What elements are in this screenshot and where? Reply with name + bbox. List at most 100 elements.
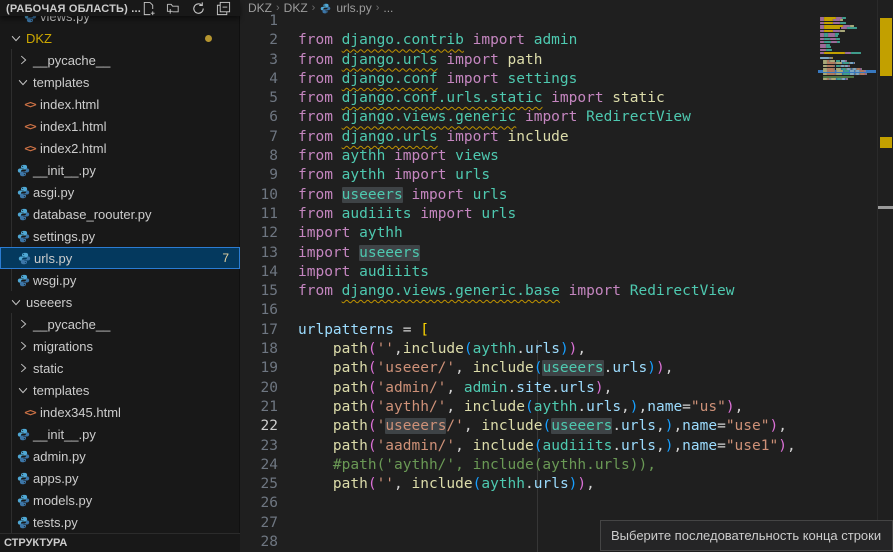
python-file-icon (16, 252, 32, 265)
code-line-19[interactable]: 19 path('useeer/', include(useeers.urls)… (241, 359, 893, 378)
tree-folder-templates[interactable]: templates (0, 379, 240, 401)
minimap-line (820, 46, 826, 48)
code-line-14[interactable]: 14import audiiits (241, 263, 893, 282)
code-line-11[interactable]: 11from audiiits import urls (241, 205, 893, 224)
code-line-4[interactable]: 4from django.conf import settings (241, 70, 893, 89)
code-line-3[interactable]: 3from django.urls import path (241, 51, 893, 70)
breadcrumb-item[interactable]: urls.py (336, 1, 371, 15)
breadcrumb-item[interactable]: DKZ (284, 1, 308, 15)
code-line-5[interactable]: 5from django.conf.urls.static import sta… (241, 89, 893, 108)
minimap-line (836, 38, 839, 40)
python-file-icon (15, 450, 31, 463)
code-line-7[interactable]: 7from django.urls import include (241, 128, 893, 147)
code-line-22[interactable]: 22 path('useeers/', include(useeers.urls… (241, 417, 893, 436)
tree-folder--pycache-[interactable]: __pycache__ (0, 313, 240, 335)
chevron-right-icon (15, 361, 31, 375)
tree-file-settings-py[interactable]: settings.py (0, 225, 240, 247)
tree-file--init-py[interactable]: __init__.py (0, 423, 240, 445)
line-content: path('aythh/', include(aythh.urls,),name… (278, 398, 743, 417)
minimap-line (824, 22, 833, 24)
python-file-icon (15, 186, 31, 199)
tree-folder-static[interactable]: static (0, 357, 240, 379)
code-line-25[interactable]: 25 path('', include(aythh.urls)), (241, 475, 893, 494)
line-number: 12 (241, 224, 278, 243)
tree-file-models-py[interactable]: models.py (0, 489, 240, 511)
warning-dot-badge (205, 35, 212, 42)
minimap-line (820, 57, 829, 59)
tree-item-label: asgi.py (33, 185, 74, 200)
tree-file-asgi-py[interactable]: asgi.py (0, 181, 240, 203)
minimap-line (843, 62, 849, 64)
code-line-2[interactable]: 2from django.contrib import admin (241, 31, 893, 50)
collapse-all-icon[interactable] (216, 1, 231, 16)
statusbar-tooltip: Выберите последовательность конца строки (600, 520, 893, 551)
tree-item-label: index2.html (40, 141, 106, 156)
code-line-20[interactable]: 20 path('admin/', admin.site.urls), (241, 379, 893, 398)
line-content (278, 533, 298, 552)
workspace-title: (РАБОЧАЯ ОБЛАСТЬ) ... (6, 3, 141, 15)
tree-file-admin-py[interactable]: admin.py (0, 445, 240, 467)
line-content: from aythh import views (278, 147, 499, 166)
tree-file-tests-py[interactable]: tests.py (0, 511, 240, 533)
code-line-15[interactable]: 15from django.views.generic.base import … (241, 282, 893, 301)
minimap-line (823, 76, 853, 78)
code-line-21[interactable]: 21 path('aythh/', include(aythh.urls,),n… (241, 398, 893, 417)
code-line-9[interactable]: 9from aythh import urls (241, 166, 893, 185)
warning-mark (880, 137, 892, 148)
code-line-13[interactable]: 13import useeers (241, 244, 893, 263)
line-content: from django.conf.urls.static import stat… (278, 89, 665, 108)
tree-file-index2-html[interactable]: <>index2.html (0, 137, 240, 159)
code-line-24[interactable]: 24 #path('aythh/', include(aythh.urls)), (241, 456, 893, 475)
tree-file-index-html[interactable]: <>index.html (0, 93, 240, 115)
line-number: 9 (241, 166, 278, 185)
line-content: from aythh import urls (278, 166, 490, 185)
minimap-line (866, 73, 867, 75)
tree-folder-dkz[interactable]: DKZ (0, 27, 240, 49)
line-content: import useeers (278, 244, 420, 263)
tree-item-label: tests.py (33, 515, 78, 530)
line-content (278, 494, 298, 513)
line-number: 24 (241, 456, 278, 475)
tree-file-wsgi-py[interactable]: wsgi.py (0, 269, 240, 291)
explorer-sidebar: views.pyDKZ__pycache__templates<>index.h… (0, 0, 240, 552)
code-line-18[interactable]: 18 path('',include(aythh.urls)), (241, 340, 893, 359)
new-file-icon[interactable] (141, 1, 156, 16)
minimap-line (827, 68, 834, 70)
tree-file-apps-py[interactable]: apps.py (0, 467, 240, 489)
breadcrumb-separator: › (376, 2, 380, 14)
tree-file-index345-html[interactable]: <>index345.html (0, 401, 240, 423)
tree-file--init-py[interactable]: __init__.py (0, 159, 240, 181)
line-number: 23 (241, 437, 278, 456)
breadcrumb-item[interactable]: DKZ (248, 1, 272, 15)
tree-folder--pycache-[interactable]: __pycache__ (0, 49, 240, 71)
code-line-23[interactable]: 23 path('aadmin/', include(audiiits.urls… (241, 437, 893, 456)
code-line-10[interactable]: 10from useeers import urls (241, 186, 893, 205)
tree-folder-migrations[interactable]: migrations (0, 335, 240, 357)
tree-file-database-roouter-py[interactable]: database_roouter.py (0, 203, 240, 225)
tree-item-label: urls.py (34, 251, 72, 266)
breadcrumb-item[interactable]: ... (383, 1, 393, 15)
tree-folder-useeers[interactable]: useeers (0, 291, 240, 313)
minimap[interactable] (818, 0, 876, 552)
explorer-section-header[interactable]: (РАБОЧАЯ ОБЛАСТЬ) ... (0, 0, 240, 16)
line-content: import aythh (278, 224, 403, 243)
new-folder-icon[interactable] (166, 1, 181, 16)
outline-section-header[interactable]: СТРУКТУРА (0, 533, 240, 552)
line-number: 7 (241, 128, 278, 147)
minimap-line (849, 65, 850, 67)
tree-folder-templates[interactable]: templates (0, 71, 240, 93)
code-line-8[interactable]: 8from aythh import views (241, 147, 893, 166)
tree-file-index1-html[interactable]: <>index1.html (0, 115, 240, 137)
tree-item-label: __init__.py (33, 427, 96, 442)
line-content: from django.urls import include (278, 128, 569, 147)
python-file-icon (15, 428, 31, 441)
tree-file-urls-py[interactable]: urls.py7 (0, 247, 240, 269)
code-line-12[interactable]: 12import aythh (241, 224, 893, 243)
overview-ruler (877, 0, 893, 552)
code-line-16[interactable]: 16 (241, 301, 893, 320)
refresh-icon[interactable] (191, 1, 206, 16)
code-line-6[interactable]: 6from django.views.generic import Redire… (241, 108, 893, 127)
editor-pane[interactable]: DKZ›DKZ›urls.py›... 12from django.contri… (241, 0, 893, 552)
code-line-26[interactable]: 26 (241, 494, 893, 513)
code-line-17[interactable]: 17urlpatterns = [ (241, 321, 893, 340)
